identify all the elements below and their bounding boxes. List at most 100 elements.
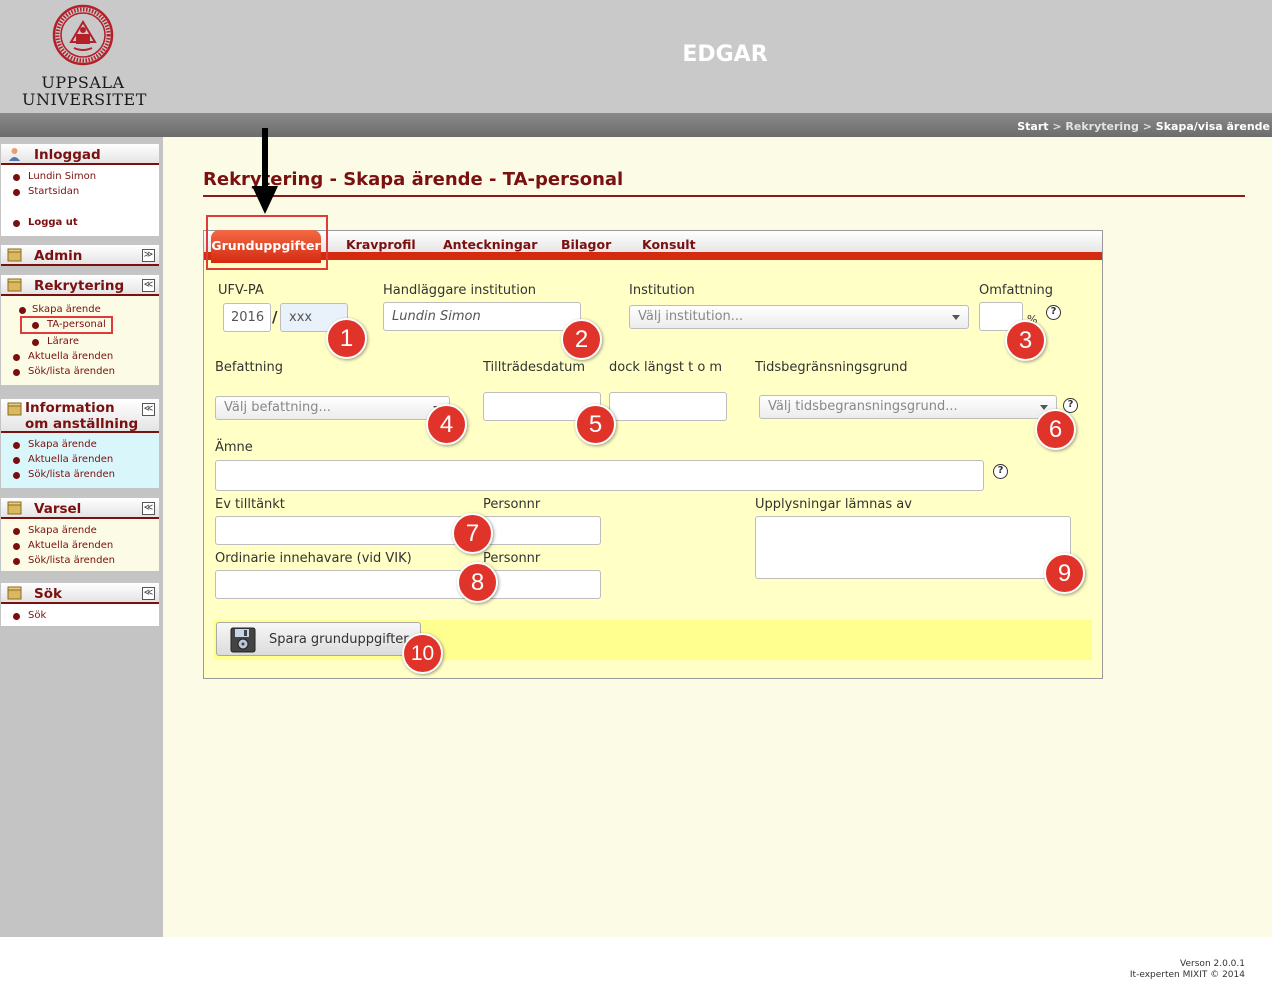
- tidsbegr-select[interactable]: Välj tidsbegransningsgrund...: [759, 395, 1057, 419]
- tidsbegr-placeholder: Välj tidsbegransningsgrund...: [768, 399, 958, 414]
- floppy-disk-icon: [230, 627, 256, 653]
- panel-body-sok: Sök: [1, 604, 159, 626]
- institution-select[interactable]: Välj institution...: [629, 305, 969, 329]
- sidebar-item-ta-personal[interactable]: TA-personal: [1, 317, 159, 332]
- sidebar-item-aktuella-arenden[interactable]: Aktuella ärenden: [1, 349, 159, 364]
- callout-badge-1: 1: [326, 318, 367, 359]
- tab-anteckningar[interactable]: Anteckningar: [443, 237, 537, 252]
- panel-inloggad: Inloggad Lundin Simon Startsidan Logga u…: [1, 141, 159, 236]
- sidebar-item-larare[interactable]: Lärare: [1, 334, 159, 349]
- ev-tilltankt-field[interactable]: [215, 516, 475, 545]
- dock-langst-date-field[interactable]: [609, 392, 727, 421]
- sidebar-item-sok-lista[interactable]: Sök/lista ärenden: [1, 553, 159, 568]
- befattning-label: Befattning: [215, 360, 283, 375]
- callout-badge-5: 5: [575, 404, 616, 445]
- callout-badge-9: 9: [1044, 553, 1085, 594]
- panel-admin[interactable]: Admin ≫: [1, 242, 159, 266]
- sidebar: Inloggad Lundin Simon Startsidan Logga u…: [0, 137, 163, 937]
- sidebar-item-skapa-arende[interactable]: Skapa ärende: [1, 302, 159, 317]
- sidebar-item-sok-lista[interactable]: Sök/lista ärenden: [1, 364, 159, 379]
- version-info: Verson 2.0.0.1 It-experten MIXIT © 2014: [1130, 959, 1245, 981]
- sidebar-item-startsidan[interactable]: Startsidan: [1, 184, 159, 199]
- ufv-year-field[interactable]: 2016: [223, 303, 271, 332]
- box-icon: [7, 278, 22, 292]
- panel-title-line2: om anställning: [25, 416, 139, 432]
- panel-sok: Sök ≪ Sök: [1, 580, 159, 626]
- amne-field[interactable]: [215, 460, 984, 491]
- logo-line-1: UPPSALA: [41, 73, 125, 92]
- sidebar-item-skapa-arende[interactable]: Skapa ärende: [1, 437, 159, 452]
- ordinarie-field[interactable]: [215, 570, 475, 599]
- sidebar-item-sok[interactable]: Sök: [1, 608, 159, 623]
- upplysningar-textarea[interactable]: [755, 516, 1071, 579]
- breadcrumb-bar: Start > Rekrytering > Skapa/visa ärende: [0, 113, 1272, 137]
- sidebar-item-logout[interactable]: Logga ut: [1, 215, 159, 230]
- logo-line-2: UNIVERSITET: [22, 90, 147, 109]
- panel-varsel: Varsel ≪ Skapa ärende Aktuella ärenden S…: [1, 495, 159, 571]
- institution-label: Institution: [629, 283, 695, 298]
- tab-bilagor[interactable]: Bilagor: [561, 237, 611, 252]
- panel-header-sok[interactable]: Sök ≪: [1, 580, 159, 604]
- collapse-icon[interactable]: ≪: [142, 502, 155, 515]
- panel-header-varsel[interactable]: Varsel ≪: [1, 495, 159, 519]
- panel-title-varsel: Varsel: [34, 501, 82, 517]
- sidebar-item-aktuella-arenden[interactable]: Aktuella ärenden: [1, 538, 159, 553]
- panel-body-information: Skapa ärende Aktuella ärenden Sök/lista …: [1, 433, 159, 488]
- panel-title-admin: Admin: [34, 248, 83, 264]
- sidebar-item-user[interactable]: Lundin Simon: [1, 169, 159, 184]
- handlaggare-field[interactable]: Lundin Simon: [383, 302, 581, 331]
- panel-body-varsel: Skapa ärende Aktuella ärenden Sök/lista …: [1, 519, 159, 571]
- help-icon[interactable]: ?: [1046, 305, 1061, 320]
- breadcrumb-start[interactable]: Start: [1017, 120, 1048, 133]
- callout-badge-3: 3: [1005, 320, 1046, 361]
- tab-bar: Grunduppgifter Kravprofil Anteckningar B…: [204, 215, 1102, 270]
- upplysningar-label: Upplysningar lämnas av: [755, 497, 912, 512]
- sidebar-item-aktuella-arenden[interactable]: Aktuella ärenden: [1, 452, 159, 467]
- save-button[interactable]: Spara grunduppgifter: [216, 622, 421, 656]
- header: UPPSALA UNIVERSITET EDGAR: [0, 0, 1272, 113]
- breadcrumb-rekrytering[interactable]: Rekrytering: [1065, 120, 1138, 133]
- panel-header-inloggad: Inloggad: [1, 141, 159, 165]
- panel-header-admin[interactable]: Admin ≫: [1, 242, 159, 266]
- collapse-icon[interactable]: ≪: [142, 279, 155, 292]
- help-icon[interactable]: ?: [993, 464, 1008, 479]
- breadcrumb: Start > Rekrytering > Skapa/visa ärende: [1017, 120, 1270, 133]
- sidebar-item-ta-personal-wrap: TA-personal: [1, 316, 159, 334]
- ufv-slash: /: [272, 308, 278, 326]
- box-icon: [7, 501, 22, 515]
- panel-header-information[interactable]: Information om anställning ≪: [1, 396, 159, 433]
- panel-rekrytering: Rekrytering ≪ Skapa ärende TA-personal L…: [1, 272, 159, 385]
- main-content: Rekrytering - Skapa ärende - TA-personal…: [163, 137, 1272, 937]
- breadcrumb-separator: >: [1142, 120, 1152, 133]
- panel-title-information: Information om anställning: [25, 400, 138, 432]
- ufv-label: UFV-PA: [218, 283, 264, 298]
- befattning-placeholder: Välj befattning...: [224, 400, 331, 415]
- tilltrade-label: Tillträdesdatum: [483, 360, 586, 375]
- personnr-field-2[interactable]: [483, 570, 601, 599]
- institution-placeholder: Välj institution...: [638, 309, 744, 324]
- sidebar-item-sok-lista[interactable]: Sök/lista ärenden: [1, 467, 159, 482]
- breadcrumb-separator: >: [1052, 120, 1062, 133]
- callout-badge-7: 7: [452, 513, 493, 554]
- copyright-text: It-experten MIXIT © 2014: [1129, 970, 1245, 980]
- tab-kravprofil[interactable]: Kravprofil: [346, 237, 416, 252]
- callout-badge-2: 2: [561, 319, 602, 360]
- footer: Verson 2.0.0.1 It-experten MIXIT © 2014: [0, 937, 1272, 997]
- box-icon: [7, 248, 22, 262]
- panel-information: Information om anställning ≪ Skapa ärende…: [1, 396, 159, 488]
- tab-konsult[interactable]: Konsult: [642, 237, 696, 252]
- collapse-icon[interactable]: ≪: [142, 403, 155, 416]
- panel-title-sok: Sök: [34, 586, 62, 602]
- collapse-icon[interactable]: ≪: [142, 587, 155, 600]
- save-button-label: Spara grunduppgifter: [269, 632, 409, 647]
- expand-icon[interactable]: ≫: [142, 249, 155, 262]
- ordinarie-label: Ordinarie innehavare (vid VIK): [215, 551, 412, 566]
- panel-title-rekrytering: Rekrytering: [34, 278, 125, 294]
- befattning-select[interactable]: Välj befattning...: [215, 396, 450, 420]
- personnr-field-1[interactable]: [483, 516, 601, 545]
- sidebar-item-skapa-arende[interactable]: Skapa ärende: [1, 523, 159, 538]
- panel-body-rekrytering: Skapa ärende TA-personal Lärare Aktuella…: [1, 296, 159, 385]
- panel-header-rekrytering[interactable]: Rekrytering ≪: [1, 272, 159, 296]
- callout-badge-6: 6: [1035, 409, 1076, 450]
- version-text: Verson 2.0.0.1: [1180, 959, 1245, 969]
